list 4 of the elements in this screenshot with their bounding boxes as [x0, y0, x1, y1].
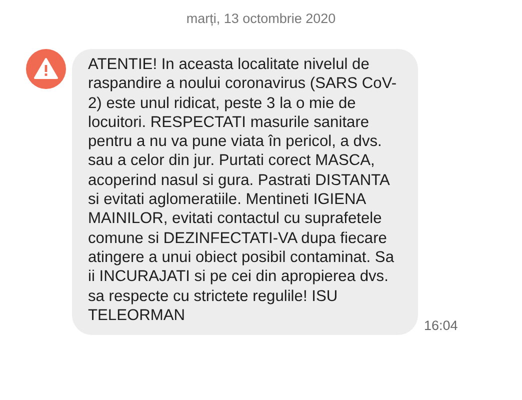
message-time: 16:04 [424, 318, 458, 334]
warning-icon [26, 49, 66, 89]
date-header: marți, 13 octombrie 2020 [185, 11, 337, 26]
message-text: ATENTIE! In aceasta localitate nivelul de raspandire a noului coronavirus (SARS CoV-2) este unul ridicat, peste 3 la o mie de locuitori. RESPECTATI masurile sanitare pentru a nu va pune viata în pericol, a dvs. sau a celor din jur. Purtati corect MASCA, acoperind nasul si gura. Pastrati DISTANTA si evitati aglomeratiile. Mentineti IGIENA MAINILOR, evitati contactul cu suprafetele comune si DEZINFECTATI-VA dupa fiecare atingere a unui obiect posibil contaminat. Sa ii INCURAJATI si pe cei din apropierea dvs. sa respecte cu strictete regulile! ISU TELEORMAN [88, 55, 398, 326]
